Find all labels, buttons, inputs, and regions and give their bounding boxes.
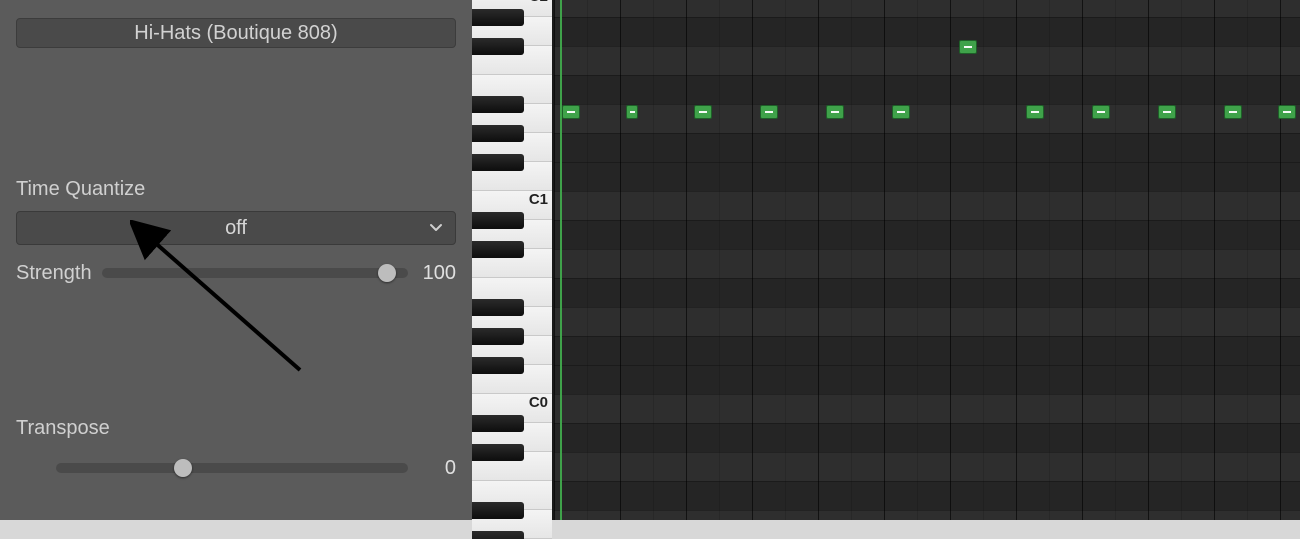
midi-note[interactable] <box>694 105 712 119</box>
midi-note[interactable] <box>626 105 638 119</box>
midi-note[interactable] <box>892 105 910 119</box>
time-quantize-value: off <box>225 217 247 240</box>
strength-row: Strength 100 <box>16 255 456 291</box>
app-window: Hi-Hats (Boutique 808) Time Quantize off… <box>0 0 1300 520</box>
black-key[interactable] <box>472 154 524 171</box>
black-key[interactable] <box>472 328 524 345</box>
strength-slider[interactable] <box>102 268 408 278</box>
black-key[interactable] <box>472 357 524 374</box>
piano-roll: C2 C1 C0 <box>472 0 1300 520</box>
midi-note[interactable] <box>562 105 580 119</box>
time-quantize-dropdown[interactable]: off <box>16 211 456 245</box>
black-key[interactable] <box>472 9 524 26</box>
octave-label: C0 <box>529 394 548 423</box>
transpose-row: 0 <box>16 450 456 486</box>
inspector-panel: Hi-Hats (Boutique 808) Time Quantize off… <box>0 0 472 520</box>
transpose-label: Transpose <box>16 417 456 440</box>
piano-keyboard[interactable]: C2 C1 C0 <box>472 0 554 520</box>
time-quantize-label: Time Quantize <box>16 178 456 201</box>
strength-value: 100 <box>418 262 456 285</box>
annotation-arrow <box>130 220 330 390</box>
playhead[interactable] <box>560 0 562 520</box>
transpose-slider-thumb[interactable] <box>174 459 192 477</box>
black-key[interactable] <box>472 38 524 55</box>
transpose-value: 0 <box>418 457 456 480</box>
black-key[interactable] <box>472 502 524 519</box>
region-name-button[interactable]: Hi-Hats (Boutique 808) <box>16 18 456 48</box>
midi-note[interactable] <box>959 40 977 54</box>
chevron-down-icon <box>429 223 443 233</box>
strength-label: Strength <box>16 262 92 285</box>
midi-note[interactable] <box>1092 105 1110 119</box>
black-key[interactable] <box>472 531 524 539</box>
black-key[interactable] <box>472 444 524 461</box>
midi-note[interactable] <box>826 105 844 119</box>
midi-note[interactable] <box>1158 105 1176 119</box>
octave-label: C1 <box>529 191 548 220</box>
midi-note[interactable] <box>760 105 778 119</box>
strength-slider-thumb[interactable] <box>378 264 396 282</box>
black-key[interactable] <box>472 212 524 229</box>
black-key[interactable] <box>472 241 524 258</box>
black-key[interactable] <box>472 415 524 432</box>
note-grid[interactable] <box>554 0 1300 520</box>
transpose-slider[interactable] <box>56 463 408 473</box>
midi-note[interactable] <box>1224 105 1242 119</box>
octave-label: C2 <box>529 0 548 17</box>
midi-note[interactable] <box>1026 105 1044 119</box>
black-key[interactable] <box>472 125 524 142</box>
black-key[interactable] <box>472 96 524 113</box>
black-key[interactable] <box>472 299 524 316</box>
midi-note[interactable] <box>1278 105 1296 119</box>
region-name-label: Hi-Hats (Boutique 808) <box>134 22 337 45</box>
